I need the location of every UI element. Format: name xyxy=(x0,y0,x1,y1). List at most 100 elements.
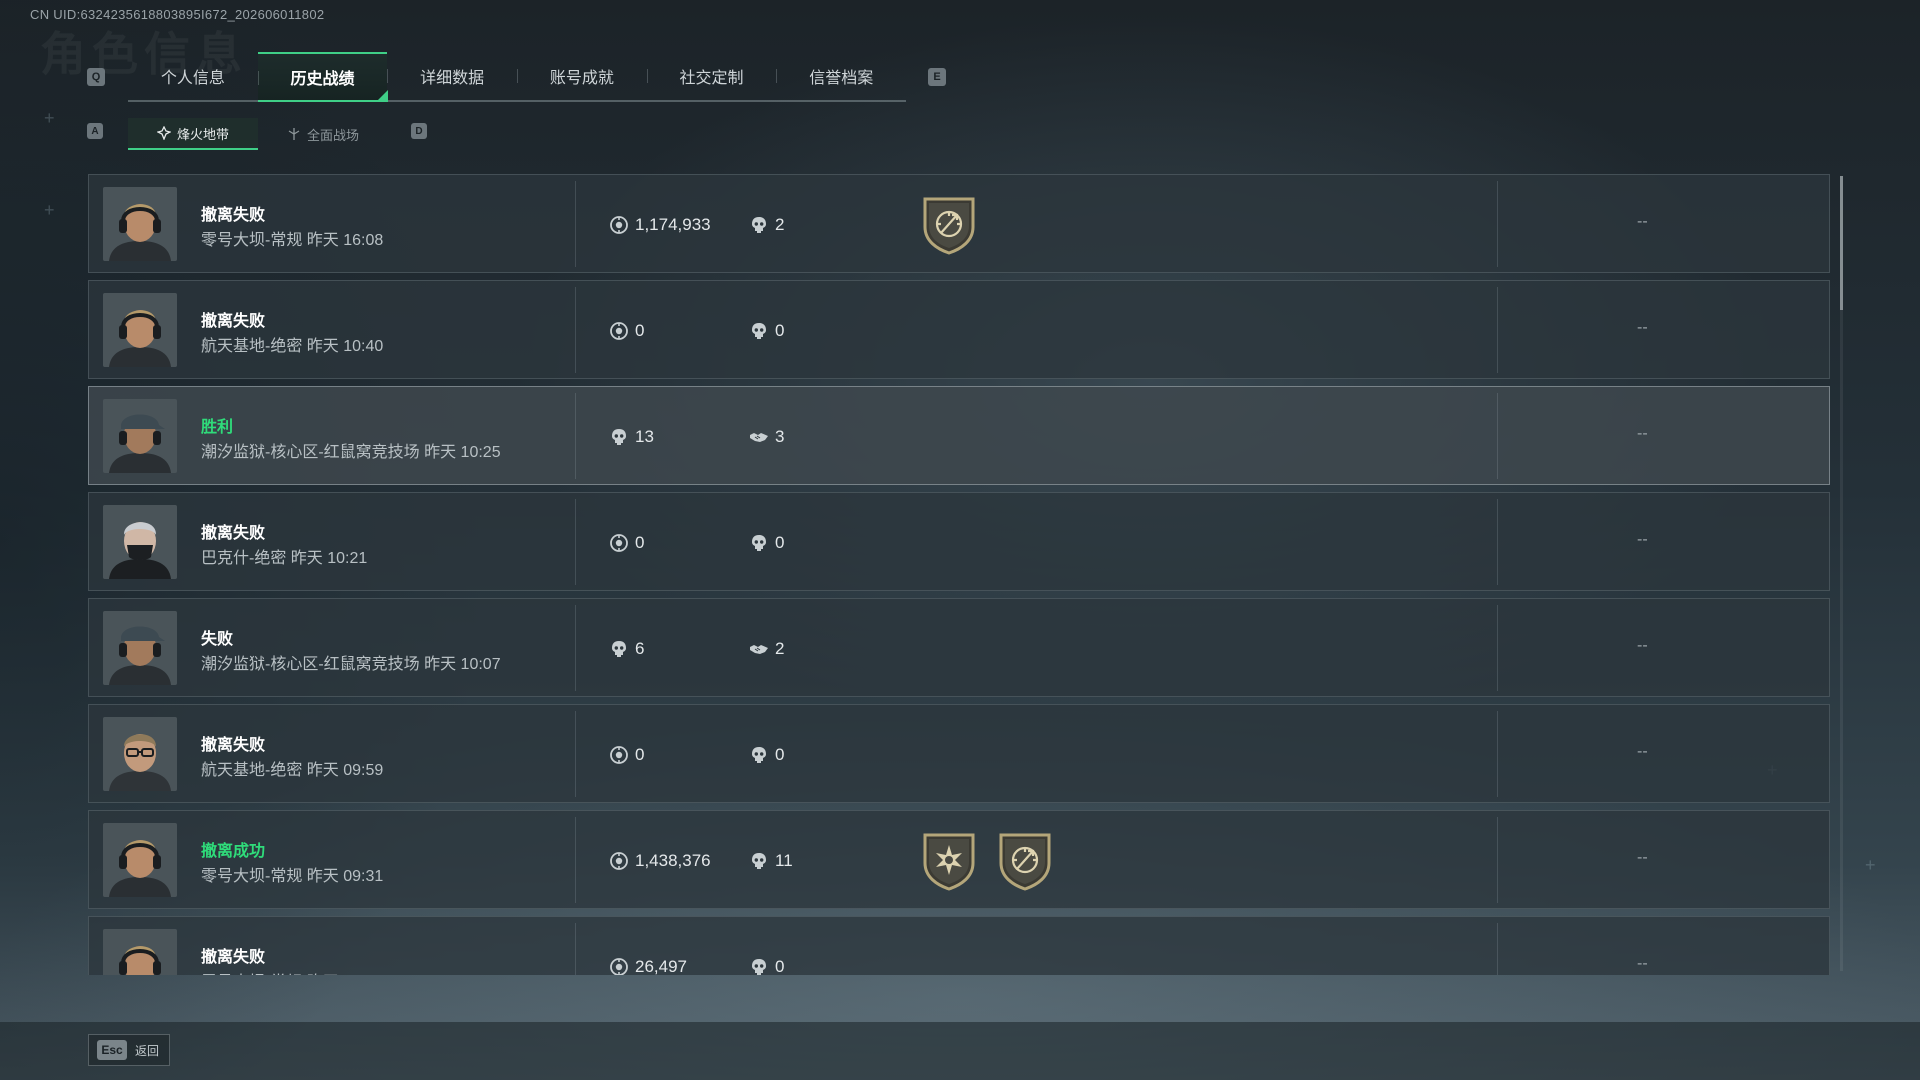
asset-value-icon xyxy=(609,215,629,235)
stat-value: 1,438,376 xyxy=(635,851,711,870)
primary-stat: 0 xyxy=(609,743,644,767)
tab-reputation[interactable]: 信誉档案 xyxy=(776,52,906,100)
column-divider xyxy=(575,287,576,373)
column-divider xyxy=(1497,393,1498,479)
stat-value: 0 xyxy=(635,321,645,340)
extra-info: -- xyxy=(1637,955,1648,972)
operator-avatar xyxy=(103,823,177,897)
crosshair-decoration: + xyxy=(1865,855,1876,875)
tab-personal-info[interactable]: 个人信息 xyxy=(128,52,258,100)
main-tab-bar: 个人信息 历史战绩 详细数据 账号成就 社交定制 信誉档案 xyxy=(128,52,906,102)
stat-value: 2 xyxy=(775,215,785,234)
operator-avatar xyxy=(103,293,177,367)
secondary-stat: 0 xyxy=(749,955,784,975)
next-tab-key-hint[interactable]: E xyxy=(928,68,946,86)
column-divider xyxy=(1497,711,1498,797)
tab-social-custom[interactable]: 社交定制 xyxy=(646,52,777,100)
subtab-label: 全面战场 xyxy=(306,127,359,143)
match-record-row[interactable]: 撤离失败 航天基地-绝密 昨天 10:40 0 0 -- xyxy=(88,280,1830,379)
star-badge-icon[interactable] xyxy=(919,829,979,891)
assist-handshake-icon xyxy=(749,639,769,659)
kill-skull-icon xyxy=(749,215,769,235)
flame-zone-icon xyxy=(156,126,171,140)
esc-key-icon: Esc xyxy=(97,1040,127,1060)
secondary-stat: 11 xyxy=(749,849,793,873)
subtab-label: 烽火地带 xyxy=(176,126,229,142)
column-divider xyxy=(1497,499,1498,585)
extraction-badge-icon[interactable] xyxy=(995,829,1055,891)
column-divider xyxy=(1497,817,1498,903)
stat-value: 13 xyxy=(635,427,654,446)
secondary-stat: 2 xyxy=(749,637,784,661)
stat-value: 3 xyxy=(775,427,785,446)
secondary-stat: 0 xyxy=(749,743,784,767)
stat-value: 0 xyxy=(775,957,785,975)
next-subtab-key-hint[interactable]: D xyxy=(411,123,427,139)
operator-avatar xyxy=(103,717,177,791)
kill-skull-icon xyxy=(749,533,769,553)
extraction-badge-icon[interactable] xyxy=(919,193,979,255)
match-result: 撤离失败 xyxy=(201,737,266,754)
primary-stat: 0 xyxy=(609,531,644,555)
operator-avatar xyxy=(103,929,177,975)
operator-avatar xyxy=(103,399,177,473)
crosshair-decoration: + xyxy=(44,200,55,220)
subtab-full-battlefield[interactable]: 全面战场 xyxy=(258,118,388,150)
match-record-row[interactable]: 失败 潮汐监狱-核心区-红鼠窝竞技场 昨天 10:07 6 2 -- xyxy=(88,598,1830,697)
match-record-row[interactable]: 胜利 潮汐监狱-核心区-红鼠窝竞技场 昨天 10:25 13 3 -- xyxy=(88,386,1830,485)
secondary-stat: 0 xyxy=(749,531,784,555)
stat-value: 11 xyxy=(775,851,793,870)
tab-match-history[interactable]: 历史战绩 xyxy=(257,52,389,102)
match-map-time: 潮汐监狱-核心区-红鼠窝竞技场 昨天 10:07 xyxy=(201,656,501,673)
back-button[interactable]: Esc 返回 xyxy=(88,1034,170,1066)
match-map-time: 潮汐监狱-核心区-红鼠窝竞技场 昨天 10:25 xyxy=(201,444,501,461)
tab-achievements[interactable]: 账号成就 xyxy=(517,52,647,100)
medal-badges xyxy=(919,829,1055,891)
stat-value: 0 xyxy=(635,745,645,764)
match-record-row[interactable]: 撤离失败 零号大坝-常规 昨天 16:08 1,174,933 2 -- xyxy=(88,174,1830,273)
operator-avatar xyxy=(103,505,177,579)
bottom-bar xyxy=(0,1022,1920,1080)
asset-value-icon xyxy=(609,851,629,871)
column-divider xyxy=(575,817,576,903)
tab-detailed-data[interactable]: 详细数据 xyxy=(387,52,517,100)
match-result: 撤离失败 xyxy=(201,207,266,224)
primary-stat: 13 xyxy=(609,425,654,449)
match-record-row[interactable]: 撤离失败 航天基地-绝密 昨天 09:59 0 0 -- xyxy=(88,704,1830,803)
column-divider xyxy=(1497,181,1498,267)
prev-tab-key-hint[interactable]: Q xyxy=(87,68,105,86)
extra-info: -- xyxy=(1637,531,1648,548)
stat-value: 0 xyxy=(775,745,785,764)
mode-subtab-bar: 烽火地带 全面战场 xyxy=(128,118,388,150)
extra-info: -- xyxy=(1637,849,1648,866)
match-record-row[interactable]: 撤离成功 零号大坝-常规 昨天 09:31 1,438,376 11 -- xyxy=(88,810,1830,909)
operator-avatar xyxy=(103,187,177,261)
match-record-row[interactable]: 撤离失败零号大坝-常规 昨天 09:27 26,497 0 -- xyxy=(88,916,1830,975)
match-map-time: 零号大坝-常规 昨天 09:27 xyxy=(201,968,383,975)
match-map-time: 航天基地-绝密 昨天 09:59 xyxy=(201,762,384,779)
kill-skull-icon xyxy=(609,427,629,447)
asset-value-icon xyxy=(609,533,629,553)
column-divider xyxy=(575,181,576,267)
column-divider xyxy=(1497,605,1498,691)
crosshair-decoration: + xyxy=(44,108,55,128)
subtab-flame-zone[interactable]: 烽火地带 xyxy=(128,118,258,150)
stat-value: 6 xyxy=(635,639,645,658)
stat-value: 2 xyxy=(775,639,785,658)
operator-avatar xyxy=(103,611,177,685)
match-map-time: 航天基地-绝密 昨天 10:40 xyxy=(201,338,384,355)
extra-info: -- xyxy=(1637,319,1648,336)
kill-skull-icon xyxy=(609,639,629,659)
kill-skull-icon xyxy=(749,321,769,341)
stat-value: 0 xyxy=(635,533,645,552)
battlefield-icon xyxy=(288,128,300,140)
column-divider xyxy=(575,499,576,585)
prev-subtab-key-hint[interactable]: A xyxy=(87,123,103,139)
match-record-row[interactable]: 撤离失败 巴克什-绝密 昨天 10:21 0 0 -- xyxy=(88,492,1830,591)
column-divider xyxy=(575,393,576,479)
scrollbar-thumb[interactable] xyxy=(1840,176,1843,310)
column-divider xyxy=(575,923,576,975)
stat-value: 0 xyxy=(775,533,785,552)
match-result: 撤离失败 xyxy=(201,313,266,330)
extra-info: -- xyxy=(1637,637,1648,654)
